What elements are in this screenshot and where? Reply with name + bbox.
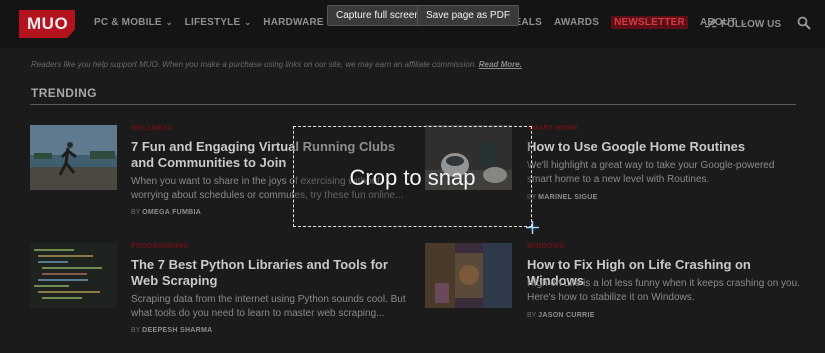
article-byline: BY DEEPESH SHARMA (131, 327, 213, 334)
chevron-down-icon: ⌄ (244, 18, 252, 27)
chevron-down-icon: ⌄ (165, 18, 173, 27)
article-byline: BY OMEGA FUMBIA (131, 209, 201, 216)
nav-label: LIFESTYLE (184, 17, 241, 28)
follow-us-button[interactable]: ⎇ FOLLOW US (704, 17, 781, 30)
article-byline: BY MARINEL SIGUE (527, 194, 598, 201)
nav-label: AWARDS (553, 17, 600, 28)
crop-selection[interactable]: Crop to snap (293, 126, 532, 227)
article-byline: BY JASON CURRIE (527, 312, 595, 319)
article-thumbnail-high-on-life[interactable] (425, 243, 512, 308)
article-thumbnail-python[interactable] (30, 243, 117, 308)
nav-label: PC & MOBILE (94, 17, 162, 28)
muo-logo[interactable]: MUO (19, 10, 75, 38)
article-excerpt: Scraping data from the internet using Py… (131, 294, 406, 319)
nav-item-awards[interactable]: AWARDS (554, 17, 599, 29)
article-author[interactable]: OMEGA FUMBIA (142, 209, 201, 216)
affiliate-text: Readers like you help support MUO. When … (31, 60, 477, 69)
search-icon[interactable] (797, 16, 811, 30)
article-category[interactable]: PROGRAMMING (131, 243, 189, 250)
save-page-as-pdf-button[interactable]: Save page as PDF (417, 5, 519, 26)
capture-full-screen-button[interactable]: Capture full screen (327, 5, 429, 26)
article-category[interactable]: WELLNESS (131, 125, 172, 132)
nav-label: HARDWARE (263, 17, 324, 28)
article-author[interactable]: JASON CURRIE (538, 312, 595, 319)
logo-text: MUO (27, 14, 69, 33)
crosshair-cursor-icon (526, 221, 539, 234)
read-more-link[interactable]: Read More. (479, 60, 522, 69)
byline-prefix: BY (131, 327, 141, 334)
section-divider (30, 104, 796, 105)
affiliate-notice: Readers like you help support MUO. When … (31, 60, 522, 69)
article-title[interactable]: The 7 Best Python Libraries and Tools fo… (131, 257, 401, 289)
nav-item-pc-mobile[interactable]: PC & MOBILE ⌄ (94, 17, 173, 29)
section-title: TRENDING (31, 86, 97, 100)
nav-item-lifestyle[interactable]: LIFESTYLE ⌄ (185, 17, 252, 29)
article-category[interactable]: WINDOWS (527, 243, 564, 250)
nav-label: NEWSLETTER (614, 17, 685, 28)
article-thumbnail-running[interactable] (30, 125, 117, 190)
article-excerpt: High on Life is a lot less funny when it… (527, 278, 800, 303)
nav-item-hardware[interactable]: HARDWARE⌄ (263, 17, 334, 29)
crop-label: Crop to snap (349, 165, 476, 190)
article-title[interactable]: How to Use Google Home Routines (527, 139, 797, 155)
nav-item-newsletter[interactable]: NEWSLETTER (611, 16, 688, 29)
byline-prefix: BY (131, 209, 141, 216)
article-author[interactable]: DEEPESH SHARMA (142, 327, 212, 334)
share-icon: ⎇ (704, 18, 717, 30)
article-category[interactable]: SMART HOME (527, 125, 578, 132)
follow-us-label: FOLLOW US (721, 19, 781, 30)
article-author[interactable]: MARINEL SIGUE (538, 194, 597, 201)
article-excerpt: We'll highlight a great way to take your… (527, 160, 775, 185)
byline-prefix: BY (527, 312, 537, 319)
